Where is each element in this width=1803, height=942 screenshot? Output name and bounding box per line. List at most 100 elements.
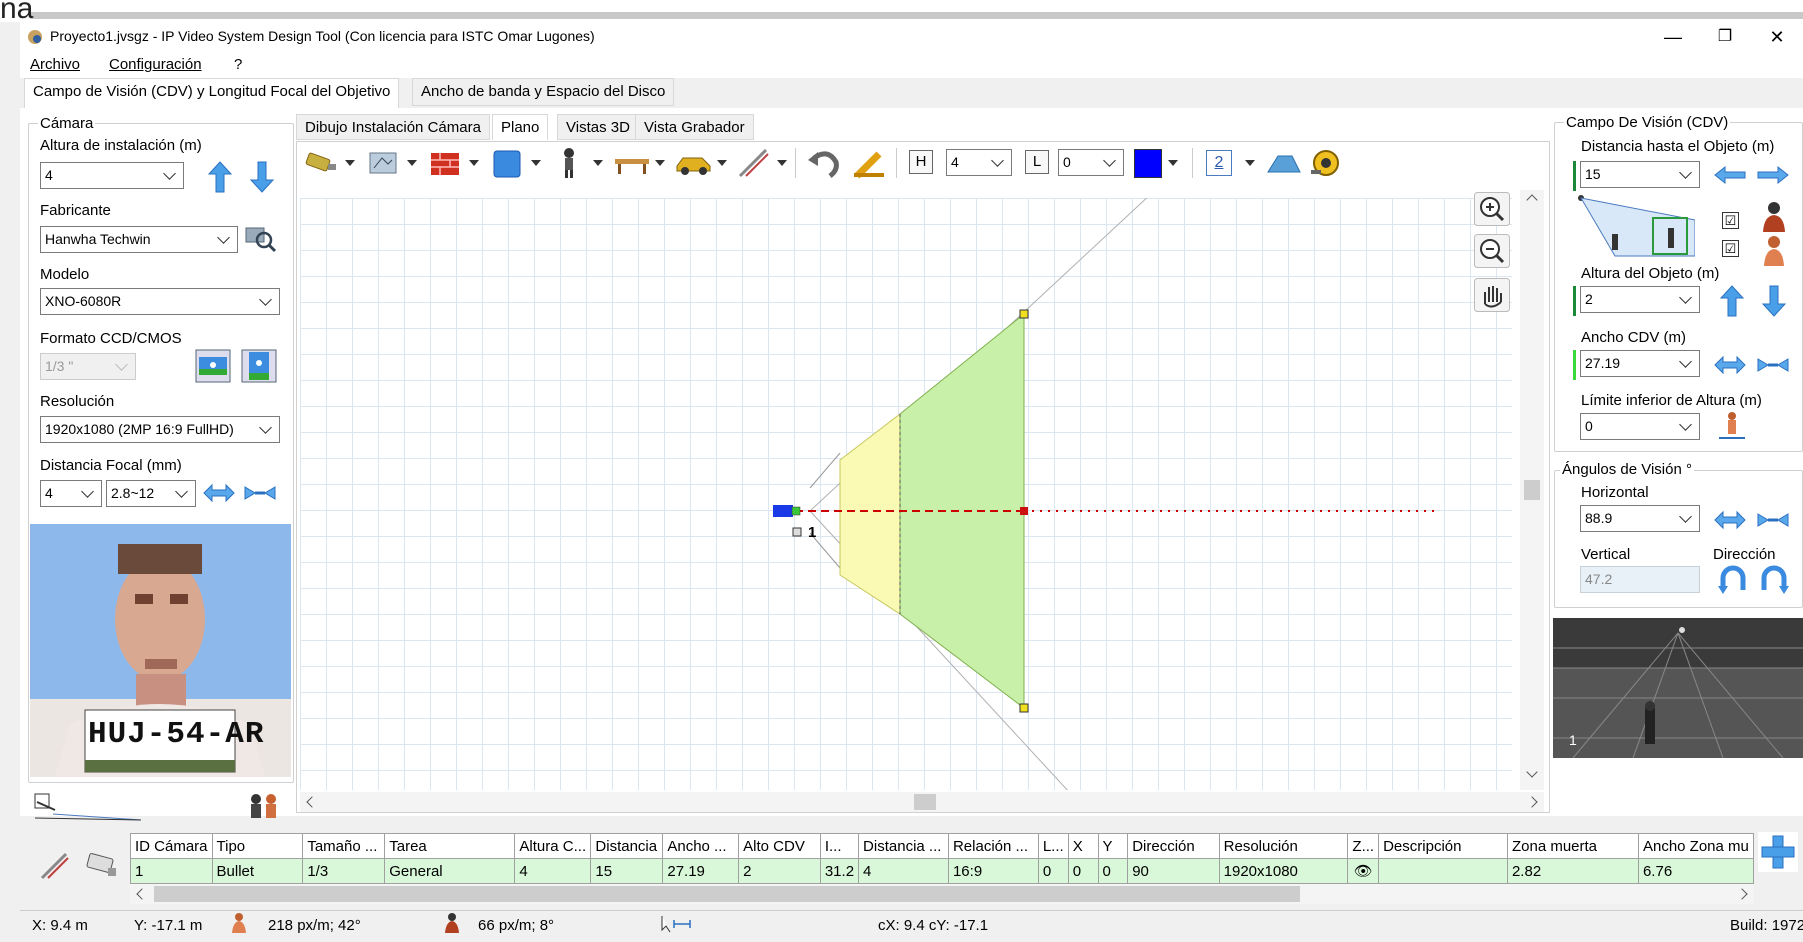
table-cell[interactable]: 0 (1097, 858, 1129, 884)
column-header[interactable]: Tipo (211, 833, 304, 859)
menu-configuracion[interactable]: Configuración (109, 56, 202, 73)
tab-fov-focal[interactable]: Campo de Visión (CDV) y Longitud Focal d… (24, 78, 400, 108)
maker-combo[interactable]: Hanwha Techwin (40, 226, 238, 253)
column-header[interactable]: Descripción (1378, 833, 1508, 859)
horizontal-scrollbar[interactable] (300, 792, 1544, 812)
wall-dropdown[interactable] (469, 160, 479, 166)
close-button[interactable]: ✕ (1751, 24, 1803, 50)
expand-horizontal-icon[interactable] (1713, 509, 1747, 531)
tab-camera-install[interactable]: Dibujo Instalación Cámara (296, 114, 490, 140)
wall-icon[interactable] (428, 146, 464, 180)
table-cell[interactable]: 1 (130, 858, 213, 884)
pan-hand-icon[interactable] (1474, 278, 1510, 312)
chevron-right-icon[interactable] (1526, 796, 1538, 808)
show-person-checkbox[interactable]: ☑ (1722, 212, 1739, 229)
undo-icon[interactable] (806, 146, 842, 180)
table-cell[interactable]: 2.82 (1506, 858, 1639, 884)
camera-marker[interactable] (773, 505, 793, 517)
eraser-icon[interactable] (851, 146, 887, 180)
column-header[interactable]: I... (819, 833, 860, 859)
column-header[interactable]: Distancia (590, 833, 664, 859)
column-header[interactable]: Distancia ... (858, 833, 949, 859)
column-header[interactable]: Dirección (1127, 833, 1220, 859)
male-person-icon[interactable] (1760, 200, 1788, 234)
zoom-out-icon[interactable] (1474, 234, 1510, 268)
table-cell[interactable]: 4 (858, 858, 949, 884)
vertical-scroll-thumb[interactable] (1524, 480, 1540, 500)
collapse-horizontal-icon[interactable] (1756, 509, 1790, 531)
column-header[interactable]: ID Cámara (130, 833, 213, 859)
menu-archivo[interactable]: Archivo (30, 56, 80, 73)
car-icon[interactable] (674, 146, 714, 180)
arrow-down-icon[interactable] (1759, 284, 1789, 318)
line-tool-icon[interactable] (736, 146, 772, 180)
table-cell[interactable]: 1920x1080 (1218, 858, 1349, 884)
table-cell[interactable]: Bullet (211, 858, 304, 884)
focal-combo[interactable]: 4 (40, 480, 102, 507)
column-header[interactable]: Zona muerta (1506, 833, 1639, 859)
chevron-left-icon[interactable] (306, 796, 318, 808)
camera-tool-icon[interactable] (304, 146, 340, 180)
person-dropdown[interactable] (593, 160, 603, 166)
column-header[interactable]: L... (1037, 833, 1069, 859)
level-tool-combo[interactable]: 0 (1058, 149, 1124, 176)
line-tool-dropdown[interactable] (777, 160, 787, 166)
rotate-right-icon[interactable] (1758, 564, 1790, 596)
table-cell[interactable]: 4 (514, 858, 592, 884)
camera-table[interactable]: ID Cámara Tipo Tamaño ... Tarea Altura C... D… (130, 833, 1755, 884)
table-cell[interactable]: 0 (1067, 858, 1099, 884)
show-object-checkbox[interactable]: ☑ (1722, 240, 1739, 257)
focal-range-combo[interactable]: 2.8~12 (106, 480, 196, 507)
column-header[interactable]: Tamaño ... (302, 833, 386, 859)
column-header[interactable]: Alto CDV (738, 833, 821, 859)
car-dropdown[interactable] (717, 160, 727, 166)
table-cell[interactable]: 90 (1127, 858, 1220, 884)
projector-icon[interactable] (1264, 146, 1304, 180)
arrow-up-icon[interactable] (1717, 284, 1747, 318)
column-header[interactable]: Resolución (1218, 833, 1349, 859)
box-dropdown[interactable] (531, 160, 541, 166)
portrait-format-icon[interactable] (241, 349, 277, 383)
expand-horizontal-icon[interactable] (202, 482, 236, 504)
height-tool-combo[interactable]: 4 (946, 149, 1012, 176)
bench-dropdown[interactable] (655, 160, 665, 166)
table-cell[interactable]: 0 (1037, 858, 1069, 884)
layer-dropdown[interactable] (1245, 160, 1255, 166)
fov-bottom-handle[interactable] (1019, 703, 1029, 713)
resolution-combo[interactable]: 1920x1080 (2MP 16:9 FullHD) (40, 416, 280, 443)
table-row[interactable]: 1 Bullet 1/3 General 4 15 27.19 2 31.2 4 16:9 0 0 0 90… (130, 858, 1755, 884)
column-header[interactable]: X (1067, 833, 1099, 859)
chevron-left-icon[interactable] (136, 888, 148, 900)
tab-vista-grabador[interactable]: Vista Grabador (635, 114, 754, 140)
column-header[interactable]: Ancho ... (662, 833, 740, 859)
bench-icon[interactable] (612, 146, 652, 180)
chevron-right-icon[interactable] (1736, 888, 1748, 900)
add-camera-icon[interactable] (1758, 832, 1798, 872)
draw-area-dropdown[interactable] (407, 160, 417, 166)
model-combo[interactable]: XNO-6080R (40, 288, 280, 315)
tab-vistas-3d[interactable]: Vistas 3D (557, 114, 639, 140)
lower-limit-combo[interactable]: 0 (1580, 413, 1700, 440)
width-combo[interactable]: 27.19 (1580, 350, 1700, 377)
column-header[interactable]: Tarea (384, 833, 516, 859)
table-scrollbar[interactable] (130, 884, 1754, 904)
height-limit-person-icon[interactable] (1717, 410, 1747, 444)
column-header[interactable]: Z... (1347, 833, 1380, 859)
arrow-down-icon[interactable] (247, 160, 277, 194)
table-cell[interactable]: 6.76 (1637, 858, 1755, 884)
person-icon[interactable] (554, 146, 584, 180)
table-scroll-thumb[interactable] (154, 886, 1300, 902)
arrow-left-icon[interactable] (1713, 164, 1747, 186)
column-header[interactable]: Altura C... (514, 833, 592, 859)
rotate-left-icon[interactable] (1717, 564, 1749, 596)
table-cell[interactable]: 31.2 (819, 858, 860, 884)
distance-combo[interactable]: 15 (1580, 161, 1700, 188)
obj-height-combo[interactable]: 2 (1580, 286, 1700, 313)
menu-help[interactable]: ? (234, 56, 242, 73)
tab-bandwidth-disk[interactable]: Ancho de banda y Espacio del Disco (412, 78, 675, 106)
tape-measure-icon[interactable] (1308, 146, 1344, 180)
column-header[interactable]: Y (1097, 833, 1129, 859)
layer-button[interactable]: 2 (1206, 150, 1232, 176)
table-cell[interactable]: 2 (738, 858, 821, 884)
draw-area-icon[interactable] (366, 146, 402, 180)
